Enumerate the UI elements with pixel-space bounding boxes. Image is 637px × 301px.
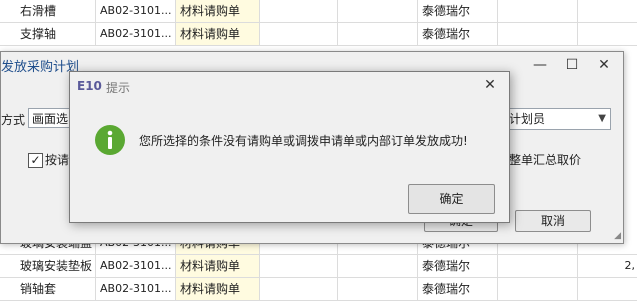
planner-select-value: 计划员	[509, 112, 546, 126]
cell-code: AB02-3101...	[96, 23, 176, 45]
cell-empty	[260, 255, 338, 277]
cell-empty	[338, 0, 418, 22]
prompt-message: 您所选择的条件没有请购单或调拨申请单或内部订单发放成功!	[139, 134, 468, 148]
cell-empty	[338, 255, 418, 277]
table-row[interactable]: 销轴套 AB02-3101... 材料请购单 泰德瑞尔	[0, 278, 637, 301]
by-request-checkbox-label: 按请	[45, 153, 70, 167]
cell-empty	[498, 255, 578, 277]
cell-empty	[260, 278, 338, 300]
cell-supplier: 泰德瑞尔	[418, 255, 498, 277]
e10-logo: E10	[77, 79, 102, 93]
cell-code: AB02-3101...	[96, 0, 176, 22]
cell-empty	[260, 0, 338, 22]
outer-cancel-button[interactable]: 取消	[515, 210, 591, 232]
cell-extra	[578, 0, 637, 22]
resize-grip-icon[interactable]: ◢	[614, 231, 621, 241]
cell-code: AB02-3101...	[96, 278, 176, 300]
cell-supplier: 泰德瑞尔	[418, 278, 498, 300]
cell-extra: 2,	[624, 259, 636, 272]
cell-name: 支撑轴	[16, 23, 96, 45]
minimize-button[interactable]: —	[531, 56, 549, 74]
cell-supplier: 泰德瑞尔	[418, 23, 498, 45]
cell-code: AB02-3101...	[96, 255, 176, 277]
outer-close-button[interactable]: ✕	[595, 56, 613, 74]
cell-name: 玻璃安装垫板	[16, 255, 96, 277]
cell-name: 销轴套	[16, 278, 96, 300]
prompt-title: 提示	[106, 81, 131, 95]
cell-name: 右滑槽	[16, 0, 96, 22]
info-icon	[95, 125, 125, 155]
cell-type: 材料请购单	[176, 278, 260, 300]
prompt-ok-button[interactable]: 确定	[408, 184, 495, 214]
cell-type: 材料请购单	[176, 23, 260, 45]
by-request-checkbox[interactable]: ✓	[28, 153, 43, 168]
chevron-down-icon: ▼	[598, 113, 606, 124]
cell-empty	[498, 278, 578, 300]
summary-price-label: 整单汇总取价	[509, 153, 582, 167]
cell-empty	[498, 23, 578, 45]
cell-empty	[498, 0, 578, 22]
prompt-close-button[interactable]: ✕	[482, 77, 498, 93]
cell-supplier: 泰德瑞尔	[418, 0, 498, 22]
method-select[interactable]: 画面选	[28, 108, 74, 128]
table-row[interactable]: 支撑轴 AB02-3101... 材料请购单 泰德瑞尔	[0, 23, 637, 46]
method-label: 方式	[1, 113, 26, 127]
cell-type: 材料请购单	[176, 0, 260, 22]
cell-empty	[338, 278, 418, 300]
cell-empty	[338, 23, 418, 45]
table-row[interactable]: 玻璃安装垫板 AB02-3101... 材料请购单 泰德瑞尔 2,	[0, 255, 637, 278]
table-row[interactable]: 右滑槽 AB02-3101... 材料请购单 泰德瑞尔	[0, 0, 637, 23]
prompt-dialog: E10 提示 ✕ 您所选择的条件没有请购单或调拨申请单或内部订单发放成功! 确定	[69, 71, 510, 223]
planner-select[interactable]: 计划员 ▼	[504, 108, 611, 130]
cell-extra	[578, 278, 637, 300]
maximize-button[interactable]: ☐	[563, 56, 581, 74]
prompt-titlebar: E10 提示 ✕	[70, 72, 509, 102]
outer-dialog-title: 发放采购计划	[1, 60, 80, 75]
cell-type: 材料请购单	[176, 255, 260, 277]
cell-empty	[260, 23, 338, 45]
cell-extra	[578, 23, 637, 45]
